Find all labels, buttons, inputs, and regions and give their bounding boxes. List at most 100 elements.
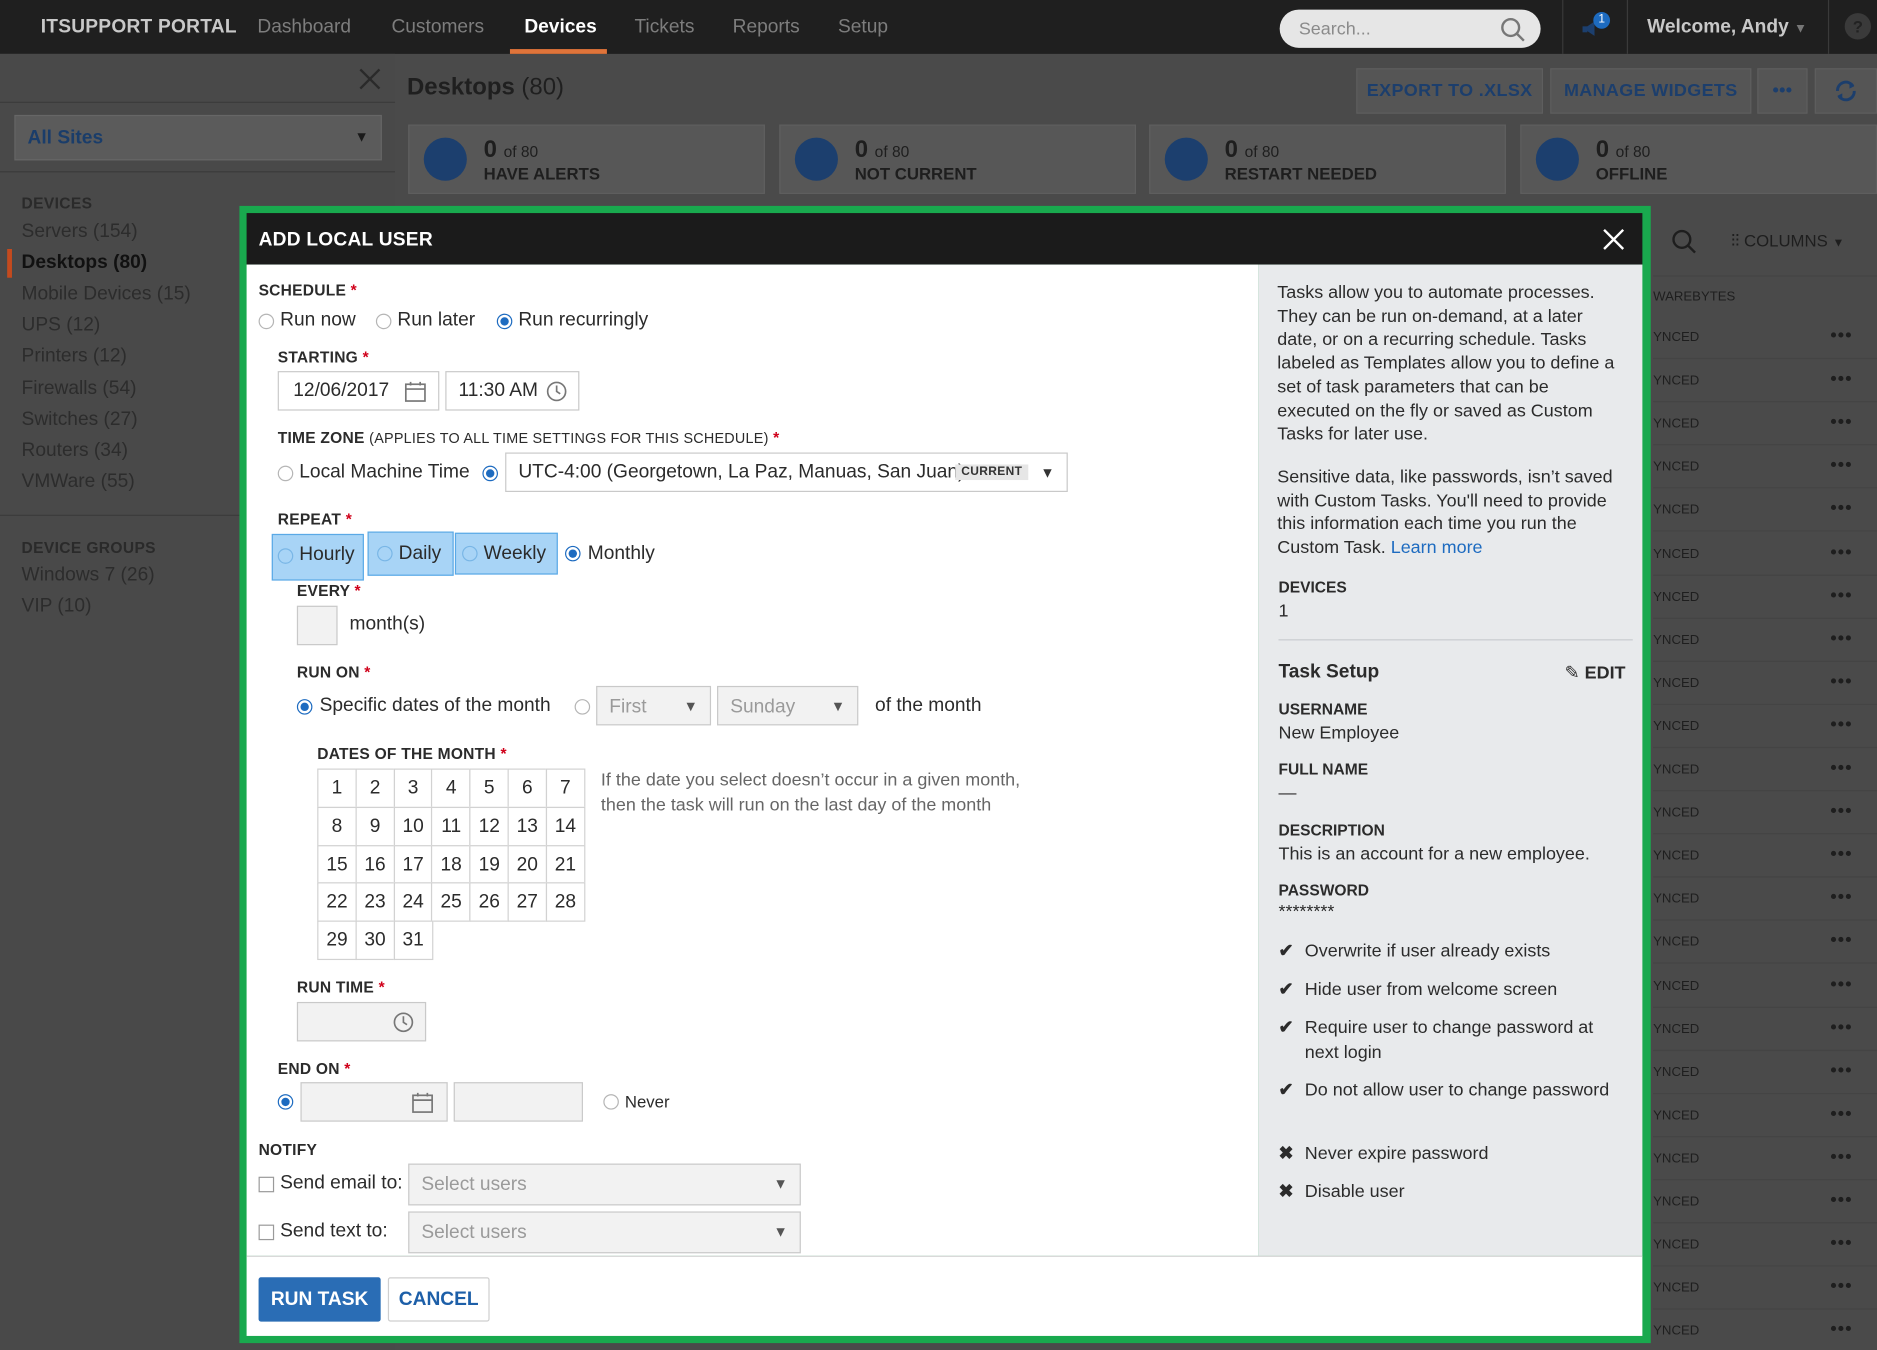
daily-radio[interactable] [377, 545, 393, 562]
cancel-button[interactable]: CANCEL [387, 1277, 490, 1322]
date-cell[interactable]: 21 [545, 844, 586, 885]
row-menu-button[interactable]: ••• [1830, 585, 1852, 605]
specific-dates-radio[interactable] [296, 699, 313, 715]
more-options-button[interactable]: ••• [1757, 68, 1808, 114]
date-cell[interactable]: 1 [317, 768, 357, 809]
date-cell[interactable]: 16 [355, 844, 395, 885]
date-cell[interactable]: 14 [545, 806, 586, 847]
date-cell[interactable]: 27 [507, 882, 548, 923]
clock-icon[interactable] [546, 381, 568, 403]
date-cell[interactable]: 30 [355, 920, 395, 961]
table-search-icon[interactable] [1670, 227, 1699, 256]
run-later-radio[interactable] [375, 313, 392, 330]
date-cell[interactable]: 7 [545, 768, 586, 809]
nav-setup[interactable]: Setup [838, 17, 888, 39]
start-time-input[interactable]: 11:30 AM [445, 371, 580, 411]
notifications-button[interactable]: 1 [1580, 11, 1611, 47]
row-menu-button[interactable]: ••• [1830, 498, 1852, 518]
row-menu-button[interactable]: ••• [1830, 758, 1852, 778]
sidebar-item-mobile-devices[interactable]: Mobile Devices (15) [22, 284, 191, 306]
edit-button[interactable]: ✎ EDIT [1565, 662, 1626, 683]
row-menu-button[interactable]: ••• [1830, 542, 1852, 562]
weekly-label[interactable]: Weekly [484, 543, 546, 565]
sidebar-item-windows-7[interactable]: Windows 7 (26) [22, 565, 155, 587]
date-cell[interactable]: 10 [393, 806, 433, 847]
date-cell[interactable]: 2 [355, 768, 395, 809]
monthly-radio[interactable] [565, 545, 581, 562]
row-menu-button[interactable]: ••• [1830, 974, 1852, 994]
row-menu-button[interactable]: ••• [1830, 326, 1852, 346]
row-menu-button[interactable]: ••• [1830, 412, 1852, 432]
sidebar-item-routers[interactable]: Routers (34) [22, 441, 128, 463]
daily-label[interactable]: Daily [399, 543, 442, 565]
learn-more-link[interactable]: Learn more [1391, 538, 1483, 558]
run-time-input[interactable] [296, 1001, 427, 1042]
row-menu-button[interactable]: ••• [1830, 1190, 1852, 1210]
send-text-checkbox[interactable] [258, 1224, 275, 1241]
weekly-radio[interactable] [462, 545, 478, 562]
ordinal-day-radio[interactable] [574, 699, 591, 715]
specific-dates-label[interactable]: Specific dates of the month [320, 695, 551, 717]
date-cell[interactable]: 3 [393, 768, 433, 809]
every-input[interactable] [296, 605, 338, 646]
sidebar-item-desktops[interactable]: Desktops (80) [22, 253, 148, 275]
row-menu-button[interactable]: ••• [1830, 931, 1852, 951]
date-cell[interactable]: 20 [507, 844, 548, 885]
row-menu-button[interactable]: ••• [1830, 1147, 1852, 1167]
local-machine-time-label[interactable]: Local Machine Time [299, 462, 469, 484]
run-recurringly-radio[interactable] [496, 313, 513, 330]
search-icon[interactable] [1500, 17, 1526, 43]
date-cell[interactable]: 24 [393, 882, 433, 923]
date-cell[interactable]: 28 [545, 882, 586, 923]
date-cell[interactable]: 15 [317, 844, 357, 885]
nav-dashboard[interactable]: Dashboard [257, 17, 351, 39]
calendar-icon[interactable] [404, 381, 427, 403]
close-icon[interactable] [1602, 227, 1626, 251]
hourly-label[interactable]: Hourly [299, 545, 354, 567]
row-menu-button[interactable]: ••• [1830, 887, 1852, 907]
row-menu-button[interactable]: ••• [1830, 715, 1852, 735]
stat-card-not-current[interactable]: 0 of 80 NOT CURRENT [779, 124, 1137, 194]
clock-icon[interactable] [393, 1012, 415, 1034]
send-email-checkbox[interactable] [258, 1176, 275, 1193]
date-cell[interactable]: 31 [393, 920, 433, 961]
send-text-label[interactable]: Send text to: [280, 1221, 388, 1243]
row-menu-button[interactable]: ••• [1830, 455, 1852, 475]
never-radio[interactable] [603, 1094, 619, 1110]
export-xlsx-button[interactable]: EXPORT TO .XLSX [1356, 68, 1544, 114]
date-cell[interactable]: 12 [469, 806, 509, 847]
timezone-radio[interactable] [482, 465, 498, 482]
sidebar-item-printers[interactable]: Printers (12) [22, 346, 127, 368]
date-cell[interactable]: 29 [317, 920, 357, 961]
search-input[interactable]: Search... [1279, 9, 1541, 48]
date-cell[interactable]: 18 [431, 844, 471, 885]
run-now-radio[interactable] [258, 313, 275, 330]
date-cell[interactable]: 17 [393, 844, 433, 885]
stat-card-alerts[interactable]: 0 of 80 HAVE ALERTS [408, 124, 765, 194]
calendar-icon[interactable] [412, 1092, 434, 1114]
row-menu-button[interactable]: ••• [1830, 801, 1852, 821]
row-menu-button[interactable]: ••• [1830, 1276, 1852, 1296]
run-recurringly-label[interactable]: Run recurringly [518, 310, 648, 332]
date-cell[interactable]: 4 [431, 768, 471, 809]
row-menu-button[interactable]: ••• [1830, 844, 1852, 864]
monthly-label[interactable]: Monthly [588, 543, 655, 565]
stat-card-offline[interactable]: 0 of 80 OFFLINE [1520, 124, 1877, 194]
end-time-input[interactable] [453, 1082, 583, 1122]
date-cell[interactable]: 26 [469, 882, 509, 923]
date-cell[interactable]: 25 [431, 882, 471, 923]
help-icon[interactable]: ? [1844, 13, 1872, 40]
timezone-select[interactable]: UTC-4:00 (Georgetown, La Paz, Manuas, Sa… [505, 452, 1068, 492]
row-menu-button[interactable]: ••• [1830, 1320, 1852, 1340]
nav-reports[interactable]: Reports [733, 17, 800, 39]
end-on-date-radio[interactable] [277, 1094, 294, 1110]
columns-button[interactable]: ⫶⫶ COLUMNS ▼ [1731, 231, 1844, 251]
date-cell[interactable]: 23 [355, 882, 395, 923]
date-cell[interactable]: 22 [317, 882, 357, 923]
date-cell[interactable]: 13 [507, 806, 548, 847]
start-date-input[interactable]: 12/06/2017 [277, 371, 440, 411]
row-menu-button[interactable]: ••• [1830, 628, 1852, 648]
refresh-button[interactable] [1814, 68, 1877, 114]
date-cell[interactable]: 5 [469, 768, 509, 809]
row-menu-button[interactable]: ••• [1830, 1233, 1852, 1253]
